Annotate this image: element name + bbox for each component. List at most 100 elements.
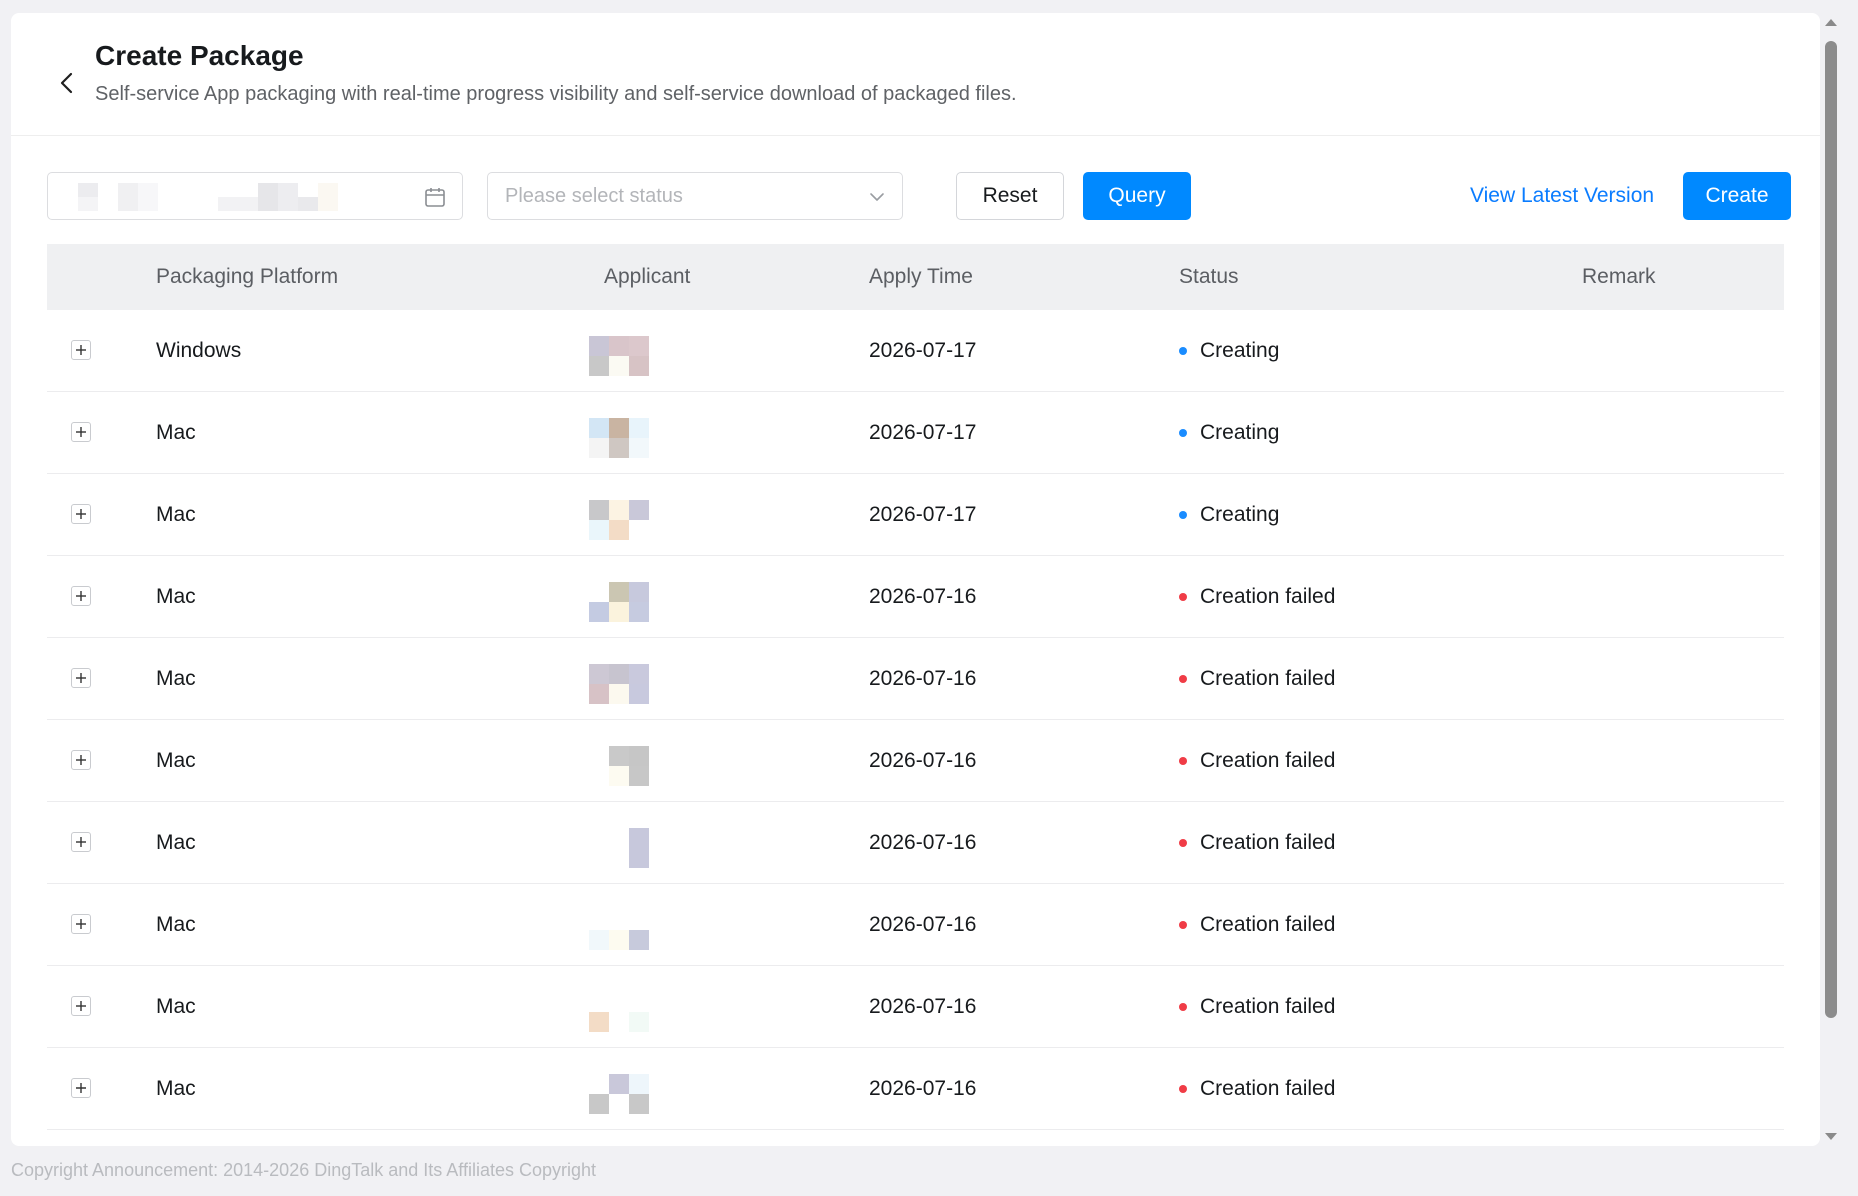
status-dot [1179, 921, 1187, 929]
applicant-avatar-redacted [589, 572, 669, 628]
status-cell: Creation failed [1179, 585, 1335, 609]
status-cell: Creation failed [1179, 831, 1335, 855]
column-header-apply-time: Apply Time [869, 265, 973, 288]
platform-cell: Mac [156, 667, 196, 690]
status-text: Creation failed [1200, 995, 1336, 1018]
status-cell: Creating [1179, 421, 1279, 445]
status-text: Creation failed [1200, 667, 1336, 690]
status-cell: Creation failed [1179, 913, 1335, 937]
platform-cell: Mac [156, 913, 196, 936]
platform-cell: Mac [156, 585, 196, 608]
copyright-footer: Copyright Announcement: 2014-2026 DingTa… [11, 1160, 597, 1180]
table-header: Packaging Platform Applicant Apply Time … [47, 244, 1784, 310]
apply-time-cell: 2026-07-17 [869, 339, 977, 362]
plus-icon [76, 1001, 86, 1011]
apply-time-cell: 2026-07-17 [869, 421, 977, 444]
column-header-remark: Remark [1582, 265, 1656, 288]
table-row: Mac 2026-07-16 Creation failed [47, 638, 1784, 720]
back-arrow-icon [60, 72, 73, 94]
reset-button[interactable]: Reset [956, 172, 1064, 220]
expand-row-button[interactable] [71, 586, 91, 606]
create-button[interactable]: Create [1683, 172, 1791, 220]
expand-row-button[interactable] [71, 996, 91, 1016]
expand-row-button[interactable] [71, 914, 91, 934]
status-dot [1179, 429, 1187, 437]
apply-time-cell: 2026-07-16 [869, 995, 977, 1018]
package-table: Packaging Platform Applicant Apply Time … [47, 244, 1784, 1130]
expand-row-button[interactable] [71, 750, 91, 770]
status-dot [1179, 1003, 1187, 1011]
expand-row-button[interactable] [71, 1078, 91, 1098]
applicant-avatar-redacted [589, 736, 669, 792]
status-cell: Creating [1179, 503, 1279, 527]
status-placeholder: Please select status [505, 185, 683, 207]
status-dot [1179, 511, 1187, 519]
platform-cell: Windows [156, 339, 242, 362]
platform-cell: Mac [156, 749, 196, 772]
status-text: Creation failed [1200, 749, 1336, 772]
table-body: Windows 2026-07-17 Creating Mac 2026-07-… [47, 310, 1784, 1130]
table-row: Windows 2026-07-17 Creating [47, 310, 1784, 392]
view-latest-version-link[interactable]: View Latest Version [1470, 184, 1654, 208]
main-card: Create Package Self-service App packagin… [11, 13, 1820, 1146]
table-row: Mac 2026-07-16 Creation failed [47, 802, 1784, 884]
applicant-avatar-redacted [589, 490, 669, 546]
applicant-avatar-redacted [589, 818, 669, 874]
status-cell: Creation failed [1179, 1077, 1335, 1101]
status-text: Creating [1200, 503, 1280, 526]
status-select[interactable]: Please select status [487, 172, 903, 220]
plus-icon [76, 1083, 86, 1093]
status-cell: Creation failed [1179, 667, 1335, 691]
status-text: Creation failed [1200, 1077, 1336, 1100]
scrollbar-thumb[interactable] [1825, 41, 1837, 1018]
page-subtitle: Self-service App packaging with real-tim… [95, 83, 1017, 105]
expand-row-button[interactable] [71, 832, 91, 852]
status-dot [1179, 593, 1187, 601]
status-text: Creating [1200, 421, 1280, 444]
plus-icon [76, 345, 86, 355]
apply-time-cell: 2026-07-16 [869, 749, 977, 772]
page-header: Create Package Self-service App packagin… [11, 13, 1820, 136]
apply-time-cell: 2026-07-16 [869, 1077, 977, 1100]
table-row: Mac 2026-07-16 Creation failed [47, 720, 1784, 802]
apply-time-cell: 2026-07-16 [869, 831, 977, 854]
status-text: Creation failed [1200, 913, 1336, 936]
status-text: Creating [1200, 339, 1280, 362]
applicant-avatar-redacted [589, 982, 669, 1038]
plus-icon [76, 427, 86, 437]
scroll-down-arrow-icon[interactable] [1825, 1133, 1837, 1140]
vertical-scrollbar[interactable] [1821, 13, 1840, 1146]
column-header-applicant: Applicant [604, 265, 691, 288]
apply-time-cell: 2026-07-16 [869, 585, 977, 608]
plus-icon [76, 591, 86, 601]
chevron-down-icon [870, 193, 884, 201]
column-header-status: Status [1179, 265, 1239, 288]
status-cell: Creation failed [1179, 995, 1335, 1019]
table-row: Mac 2026-07-16 Creation failed [47, 556, 1784, 638]
expand-row-button[interactable] [71, 422, 91, 442]
date-range-picker[interactable] [47, 172, 463, 220]
platform-cell: Mac [156, 995, 196, 1018]
status-dot [1179, 757, 1187, 765]
expand-row-button[interactable] [71, 504, 91, 524]
applicant-avatar-redacted [589, 654, 669, 710]
plus-icon [76, 509, 86, 519]
query-button[interactable]: Query [1083, 172, 1191, 220]
status-cell: Creation failed [1179, 749, 1335, 773]
expand-row-button[interactable] [71, 668, 91, 688]
table-row: Mac 2026-07-17 Creating [47, 392, 1784, 474]
applicant-avatar-redacted [589, 900, 669, 956]
platform-cell: Mac [156, 831, 196, 854]
table-row: Mac 2026-07-17 Creating [47, 474, 1784, 556]
platform-cell: Mac [156, 421, 196, 444]
status-dot [1179, 839, 1187, 847]
back-button[interactable] [53, 69, 81, 97]
scroll-up-arrow-icon[interactable] [1825, 19, 1837, 26]
column-header-platform: Packaging Platform [156, 265, 339, 288]
plus-icon [76, 919, 86, 929]
plus-icon [76, 755, 86, 765]
plus-icon [76, 837, 86, 847]
expand-row-button[interactable] [71, 340, 91, 360]
status-text: Creation failed [1200, 831, 1336, 854]
status-dot [1179, 347, 1187, 355]
